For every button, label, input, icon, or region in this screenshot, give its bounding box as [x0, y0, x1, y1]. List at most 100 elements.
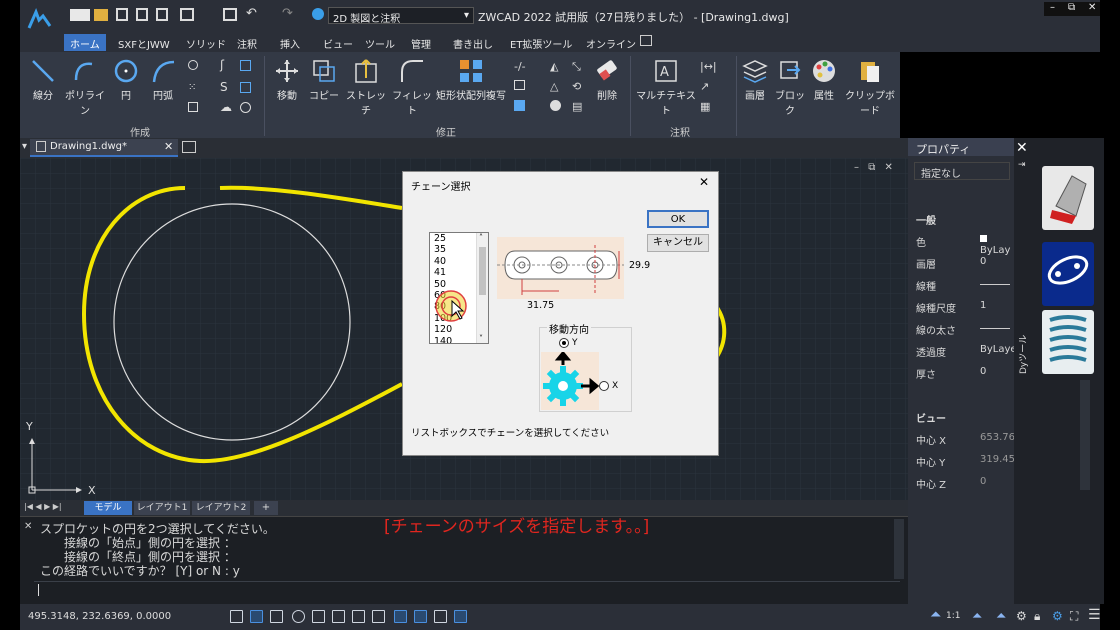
rotate-icon[interactable]: ⟲ [572, 80, 581, 93]
tab-manage[interactable]: 管理 [405, 34, 437, 51]
otrack-icon[interactable] [352, 610, 365, 623]
tab-list-icon[interactable]: ▾ [22, 141, 27, 152]
tab-solid[interactable]: ソリッド [180, 34, 232, 51]
region-icon[interactable] [240, 82, 251, 93]
trim-icon[interactable]: -/- [514, 60, 526, 73]
spline-icon[interactable]: ʃ [220, 58, 224, 72]
block-button[interactable]: ブロック [772, 58, 808, 117]
cloud-icon[interactable]: ☁ [220, 100, 232, 114]
circle-button[interactable]: 円 [110, 58, 142, 102]
close-icon[interactable]: ✕ [24, 521, 32, 532]
lineweight-icon[interactable] [394, 610, 407, 623]
annotation-scale-value[interactable]: 1:1 [946, 611, 960, 621]
panel-scrollbar[interactable] [1080, 380, 1090, 490]
donut-icon[interactable] [240, 102, 251, 113]
transparency-icon[interactable] [414, 610, 427, 623]
fillet-button[interactable]: フィレット [390, 58, 434, 117]
line-button[interactable]: 線分 [26, 58, 60, 102]
annotation-scale-icon[interactable]: ⏶ [930, 607, 941, 623]
arc-button[interactable]: 円弧 [146, 58, 180, 102]
revcloud-icon[interactable]: S [220, 80, 228, 94]
erase-button[interactable]: 削除 [590, 58, 624, 102]
tab-online[interactable]: オンライン [580, 34, 642, 51]
prop-value-color[interactable]: ByLay [980, 234, 1014, 256]
tool-chain[interactable] [1042, 242, 1094, 306]
dynamic-input-icon[interactable] [372, 610, 385, 623]
annotation-monitor-icon[interactable] [454, 610, 467, 623]
tab-tools[interactable]: ツール [359, 34, 401, 51]
clipboard-button[interactable]: クリップボード [842, 58, 898, 117]
tab-et-express[interactable]: ET拡張ツール [504, 34, 578, 51]
plot-icon[interactable] [156, 8, 168, 21]
join-icon[interactable] [514, 100, 525, 111]
prop-value-thickness[interactable]: 0 [980, 366, 986, 377]
tab-view[interactable]: ビュー [317, 34, 359, 51]
layer-button[interactable]: 画層 [738, 58, 772, 102]
tab-nav-arrows[interactable]: |◀ ◀ ▶ ▶| [24, 502, 62, 511]
save-icon[interactable] [116, 8, 128, 21]
selection-dropdown[interactable]: 指定なし [914, 162, 1010, 180]
general-section-header[interactable]: 一般 [916, 212, 936, 227]
annotation-visibility-icon[interactable]: ⏶ [972, 609, 982, 624]
new-tab-icon[interactable] [182, 141, 196, 153]
help-icon[interactable] [312, 8, 324, 20]
ortho-icon[interactable] [270, 610, 283, 623]
rectangle-icon[interactable] [188, 102, 198, 112]
rect-array-button[interactable]: 矩形状配列複写 [434, 58, 508, 102]
close-icon[interactable]: ✕ [164, 140, 173, 153]
close-icon[interactable]: ✕ [1016, 140, 1028, 156]
polyline-button[interactable]: ポリライン [64, 58, 106, 117]
add-layout-icon[interactable]: + [254, 501, 278, 515]
chamfer-icon[interactable]: ▤ [572, 100, 582, 113]
point-icon[interactable]: ⁙ [188, 82, 196, 93]
tab-drawing1[interactable]: Drawing1.dwg* ✕ [30, 139, 178, 157]
radio-y[interactable] [559, 338, 569, 348]
chevron-down-icon[interactable]: ˅ [479, 334, 483, 343]
palette-side-tab[interactable]: Dyツール [1014, 178, 1036, 384]
minimize-icon[interactable]: – [1050, 2, 1055, 13]
ribbon-toggle-icon[interactable] [640, 35, 652, 46]
break-icon[interactable] [550, 100, 561, 111]
cancel-button[interactable]: キャンセル [647, 234, 709, 252]
save-as-icon[interactable] [136, 8, 148, 21]
ok-button[interactable]: OK [647, 210, 709, 228]
restore-icon[interactable]: ⧉ [1068, 2, 1075, 13]
close-icon[interactable]: ✕ [885, 162, 893, 173]
undo-icon[interactable]: ↶ [246, 6, 257, 21]
dynamic-ucs-icon[interactable] [332, 610, 345, 623]
properties-button[interactable]: 属性 [808, 58, 840, 102]
chevron-up-icon[interactable]: ˄ [479, 233, 483, 242]
osnap-icon[interactable] [312, 610, 325, 623]
tool-spring[interactable] [1042, 310, 1094, 374]
restore-icon[interactable]: ⧉ [868, 162, 875, 173]
fullscreen-icon[interactable]: ⛶ [1070, 609, 1078, 624]
palette-toggle-icon[interactable]: ⇥ [1018, 160, 1026, 170]
hatch-icon[interactable] [240, 60, 251, 71]
minimize-icon[interactable]: – [854, 162, 859, 173]
command-input[interactable] [34, 581, 900, 599]
leader-icon[interactable]: ↗ [700, 80, 709, 93]
grid-icon[interactable] [230, 610, 243, 623]
prop-value-lineweight[interactable] [980, 328, 1010, 329]
tab-model[interactable]: モデル [84, 501, 132, 515]
tab-layout2[interactable]: レイアウト2 [192, 501, 250, 515]
mtext-button[interactable]: A マルチテキスト [636, 58, 696, 117]
ellipse-icon[interactable] [188, 60, 198, 70]
close-icon[interactable]: ✕ [1088, 2, 1096, 13]
table-icon[interactable]: ▦ [700, 100, 710, 113]
mirror-icon[interactable]: △ [550, 80, 558, 93]
scale-icon[interactable]: ⤡ [572, 60, 581, 74]
snap-icon[interactable] [250, 610, 263, 623]
tab-export[interactable]: 書き出し [447, 34, 499, 51]
view-section-header[interactable]: ビュー [916, 410, 946, 425]
offset-icon[interactable]: ◭ [550, 60, 558, 73]
dimension-icon[interactable]: |↔| [700, 60, 717, 73]
open-folder-icon[interactable] [94, 9, 108, 21]
close-icon[interactable]: ✕ [699, 175, 709, 189]
prop-value-ltscale[interactable]: 1 [980, 300, 986, 311]
polar-icon[interactable] [292, 610, 305, 623]
lock-icon[interactable]: 🔒︎ [1034, 609, 1040, 624]
workspace-switch-icon[interactable]: ⚙ [1016, 609, 1027, 623]
tool-hand-crank[interactable] [1042, 166, 1094, 230]
tab-layout1[interactable]: レイアウト1 [134, 501, 190, 515]
